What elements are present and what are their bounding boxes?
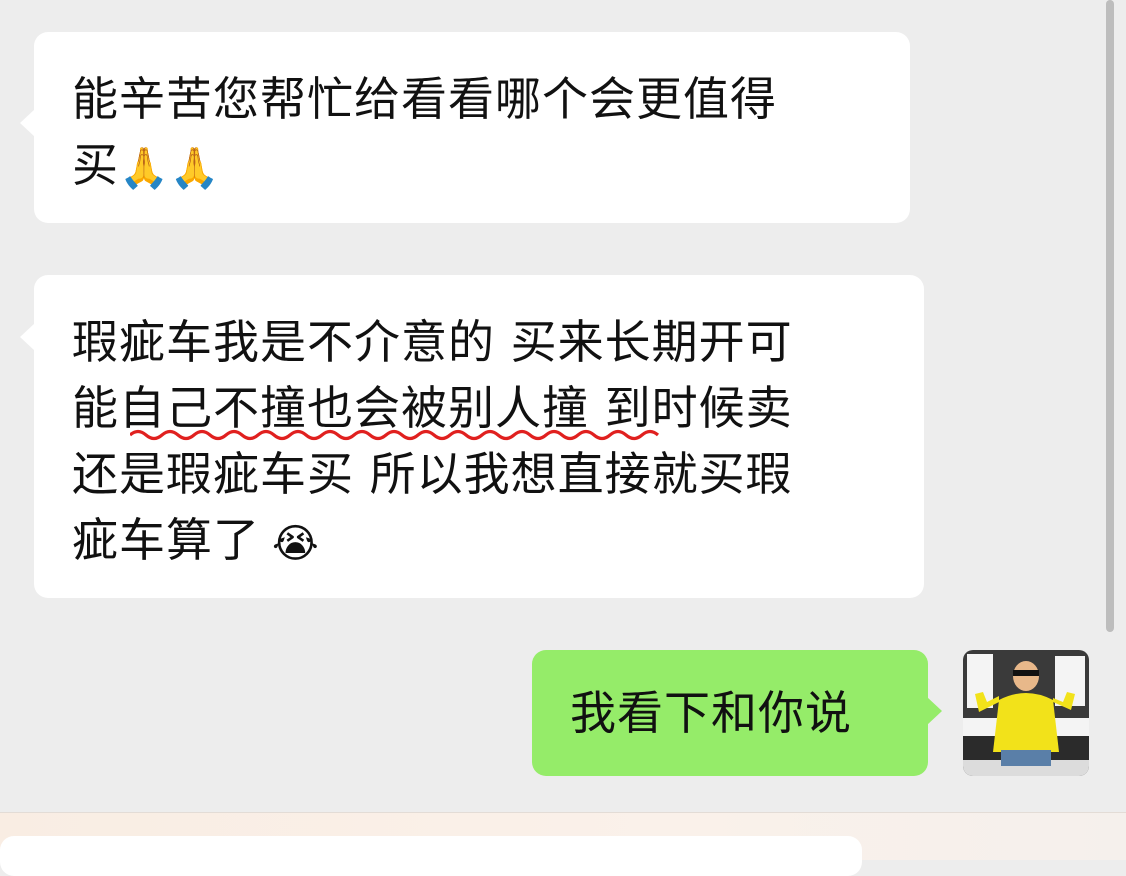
message-text-line: 能 bbox=[72, 381, 119, 435]
bubble-tail bbox=[20, 323, 35, 351]
avatar-image bbox=[963, 650, 1089, 776]
message-text-line: 疵车算了 bbox=[72, 513, 260, 567]
message-text-line: 买 bbox=[72, 138, 119, 192]
message-text-line: 能辛苦您帮忙给看看哪个会更值得 bbox=[72, 72, 777, 126]
message-text-line: 瑕疵车我是不介意的 买来长期开可 bbox=[72, 315, 793, 369]
bubble-tail bbox=[927, 697, 942, 725]
avatar[interactable] bbox=[963, 650, 1089, 776]
message-text-line: 到时候卖 bbox=[589, 381, 793, 435]
message-bubble-incoming-2[interactable]: 瑕疵车我是不介意的 买来长期开可 能自己不撞也会被别人撞 到时候卖 还是瑕疵车买… bbox=[20, 275, 924, 598]
spellcheck-squiggle bbox=[130, 429, 660, 441]
folded-hands-icon: 🙏 bbox=[119, 145, 170, 192]
bubble-tail bbox=[20, 109, 35, 137]
scrollbar[interactable] bbox=[1106, 0, 1114, 632]
message-bubble-outgoing[interactable]: 我看下和你说 bbox=[532, 650, 942, 776]
message-text-line: 还是瑕疵车买 所以我想直接就买瑕 bbox=[72, 447, 793, 501]
message-bubble-incoming-1[interactable]: 能辛苦您帮忙给看看哪个会更值得 买🙏🙏 bbox=[20, 32, 910, 223]
input-field[interactable] bbox=[0, 836, 862, 876]
message-text-line: 我看下和你说 bbox=[570, 686, 852, 740]
spellcheck-underlined-text[interactable]: 自己不撞也会被别人撞 bbox=[119, 381, 589, 435]
face-with-tears-emoji: 😭 bbox=[272, 520, 320, 567]
folded-hands-icon: 🙏 bbox=[169, 145, 221, 192]
